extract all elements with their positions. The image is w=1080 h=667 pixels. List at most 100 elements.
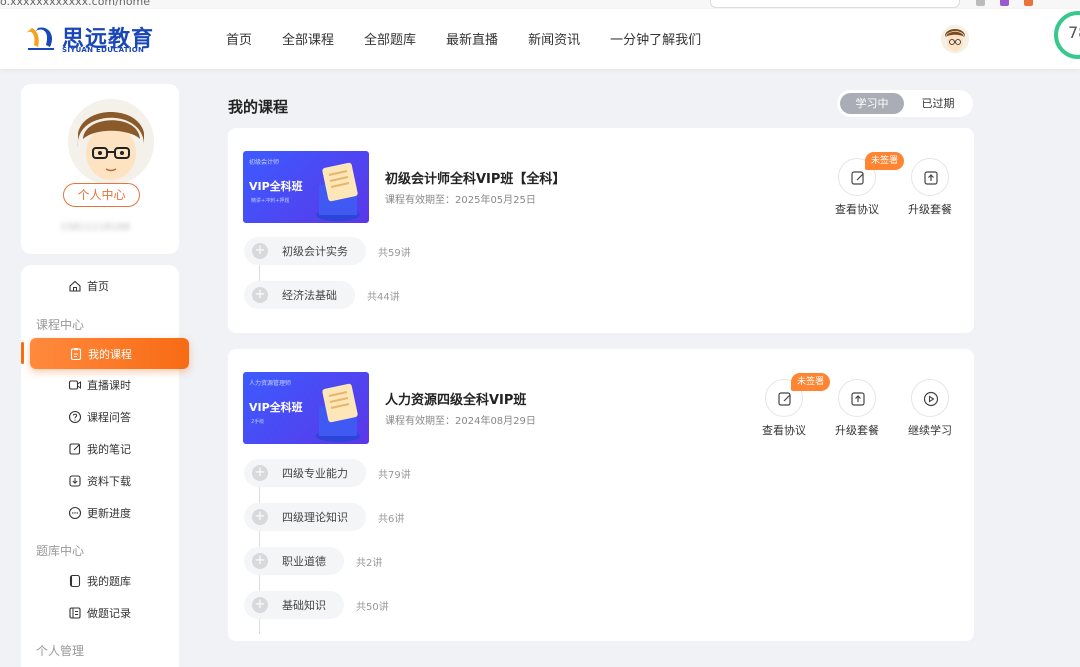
course-doc-icon — [70, 347, 82, 360]
sidebar-item-home[interactable]: 首页 — [21, 271, 179, 301]
record-book-icon — [69, 607, 81, 619]
lesson-pill: + 经济法基础 — [244, 281, 355, 309]
lesson-item[interactable]: + 四级理论知识 共6讲 — [244, 503, 404, 531]
personal-center-button[interactable]: 个人中心 — [63, 183, 140, 207]
download-icon — [69, 475, 81, 487]
lesson-count: 共44讲 — [367, 291, 400, 303]
sidebar-item-live-hours[interactable]: 直播课时 — [21, 370, 179, 400]
active-indicator — [21, 342, 24, 364]
extension-icon[interactable] — [976, 0, 985, 6]
sidebar-item-update-progress[interactable]: 更新进度 — [21, 498, 179, 528]
thumb-subtitle: 精讲+冲刺+押题 — [251, 198, 290, 204]
upgrade-package-button[interactable]: 升级套餐 — [827, 379, 887, 439]
unsigned-badge: 未签署 — [865, 152, 905, 170]
sidebar-item-label: 我的笔记 — [87, 443, 131, 456]
lesson-item[interactable]: + 职业道德 共2讲 — [244, 547, 382, 575]
continue-learning-button[interactable]: 继续学习 — [900, 379, 960, 439]
plus-icon: + — [252, 287, 268, 303]
course-expire-date: 课程有效期至：2024年08月29日 — [385, 416, 536, 427]
lesson-count: 共59讲 — [378, 247, 411, 259]
plus-icon: + — [252, 243, 268, 259]
nav-news[interactable]: 新闻资讯 — [528, 29, 580, 48]
sidebar-section-question: 题库中心 — [36, 544, 85, 558]
action-label: 升级套餐 — [908, 203, 952, 216]
progress-icon — [68, 506, 82, 520]
nav-live[interactable]: 最新直播 — [446, 29, 498, 48]
sidebar-item-label: 更新进度 — [87, 507, 131, 520]
lesson-name: 职业道德 — [282, 555, 326, 568]
lesson-item[interactable]: + 初级会计实务 共59讲 — [244, 237, 411, 265]
course-card: 初级会计师 VIP全科班 精讲+冲刺+押题 初级会计师全科VIP班【全科】 课程… — [228, 128, 974, 333]
page-title: 我的课程 — [228, 98, 289, 116]
extension-icon[interactable] — [1000, 0, 1009, 6]
user-avatar[interactable] — [941, 25, 969, 53]
upgrade-icon — [851, 392, 865, 406]
lesson-item[interactable]: + 基础知识 共50讲 — [244, 591, 389, 619]
lesson-count: 共6讲 — [378, 513, 405, 525]
question-circle-icon — [68, 410, 82, 424]
plus-icon: + — [252, 509, 268, 525]
user-phone: 15811118188 — [60, 222, 130, 233]
lesson-name: 经济法基础 — [282, 289, 337, 302]
action-label: 继续学习 — [908, 424, 952, 437]
plus-icon: + — [252, 465, 268, 481]
lesson-item[interactable]: + 经济法基础 共44讲 — [244, 281, 400, 309]
tab-studying[interactable]: 学习中 — [840, 93, 904, 114]
lesson-name: 四级专业能力 — [282, 467, 348, 480]
sidebar-item-label: 我的课程 — [88, 347, 132, 361]
course-title[interactable]: 人力资源四级全科VIP班 — [385, 389, 526, 408]
nav-all-courses[interactable]: 全部课程 — [282, 29, 334, 48]
thumb-title: VIP全科班 — [249, 180, 303, 193]
question-bank-icon — [69, 574, 81, 588]
sidebar-section-course: 课程中心 — [36, 318, 85, 332]
extension-icon[interactable] — [1024, 0, 1033, 6]
course-thumbnail[interactable]: 初级会计师 VIP全科班 精讲+冲刺+押题 — [243, 151, 369, 223]
nav-all-questions[interactable]: 全部题库 — [364, 29, 416, 48]
course-thumbnail[interactable]: 人力资源管理师 VIP全科班 2手级 — [243, 372, 369, 444]
logo-subtext: SIYUAN EDUCATION — [62, 46, 145, 54]
logo-mark-icon — [26, 27, 54, 50]
score-badge[interactable]: 78 — [1054, 11, 1080, 59]
lesson-pill: + 四级专业能力 — [244, 459, 366, 487]
course-expire-date: 课程有效期至：2025年05月25日 — [385, 195, 536, 206]
score-value: 78 — [1068, 23, 1080, 42]
upgrade-icon — [924, 171, 938, 185]
course-card: 人力资源管理师 VIP全科班 2手级 人力资源四级全科VIP班 课程有效期至：2… — [228, 349, 974, 641]
tab-expired[interactable]: 已过期 — [906, 93, 970, 114]
edit-note-icon — [69, 443, 81, 455]
upgrade-package-button[interactable]: 升级套餐 — [900, 158, 960, 218]
sidebar-item-course-qa[interactable]: 课程问答 — [21, 402, 179, 432]
lesson-count: 共2讲 — [356, 557, 383, 569]
edit-document-icon — [851, 171, 864, 185]
book-illustration-icon — [316, 383, 360, 442]
lesson-name: 四级理论知识 — [282, 511, 348, 524]
lesson-name: 基础知识 — [282, 599, 326, 612]
sidebar-item-label: 首页 — [87, 280, 109, 293]
nav-about[interactable]: 一分钟了解我们 — [610, 29, 701, 48]
book-illustration-icon — [316, 162, 360, 221]
nav-home[interactable]: 首页 — [226, 29, 252, 48]
browser-url[interactable]: o.xxxxxxxxxxxx.com/home — [0, 0, 150, 8]
sidebar-item-my-questions[interactable]: 我的题库 — [21, 566, 179, 596]
site-header: 思远教育 SIYUAN EDUCATION 首页 全部课程 全部题库 最新直播 … — [0, 9, 1080, 69]
sidebar-item-label: 课程问答 — [87, 411, 131, 424]
sidebar-item-label: 做题记录 — [87, 607, 131, 620]
lesson-count: 共79讲 — [378, 469, 411, 481]
thumb-subtitle: 2手级 — [251, 419, 265, 425]
site-logo[interactable]: 思远教育 SIYUAN EDUCATION — [24, 21, 159, 57]
lesson-pill: + 职业道德 — [244, 547, 344, 575]
sidebar-item-my-notes[interactable]: 我的笔记 — [21, 434, 179, 464]
thumb-tag: 人力资源管理师 — [249, 380, 292, 387]
sidebar-item-downloads[interactable]: 资料下载 — [21, 466, 179, 496]
play-circle-icon — [923, 391, 939, 407]
sidebar-item-practice-records[interactable]: 做题记录 — [21, 598, 179, 628]
home-icon — [69, 280, 81, 292]
course-title[interactable]: 初级会计师全科VIP班【全科】 — [385, 168, 565, 187]
lesson-item[interactable]: + 四级专业能力 共79讲 — [244, 459, 411, 487]
profile-avatar — [68, 99, 154, 185]
main-nav: 首页 全部课程 全部题库 最新直播 新闻资讯 一分钟了解我们 — [226, 29, 701, 48]
plus-icon: + — [252, 597, 268, 613]
browser-search-field[interactable] — [710, 0, 960, 8]
lesson-pill: + 初级会计实务 — [244, 237, 366, 265]
sidebar-item-my-courses[interactable]: 我的课程 — [30, 338, 189, 369]
